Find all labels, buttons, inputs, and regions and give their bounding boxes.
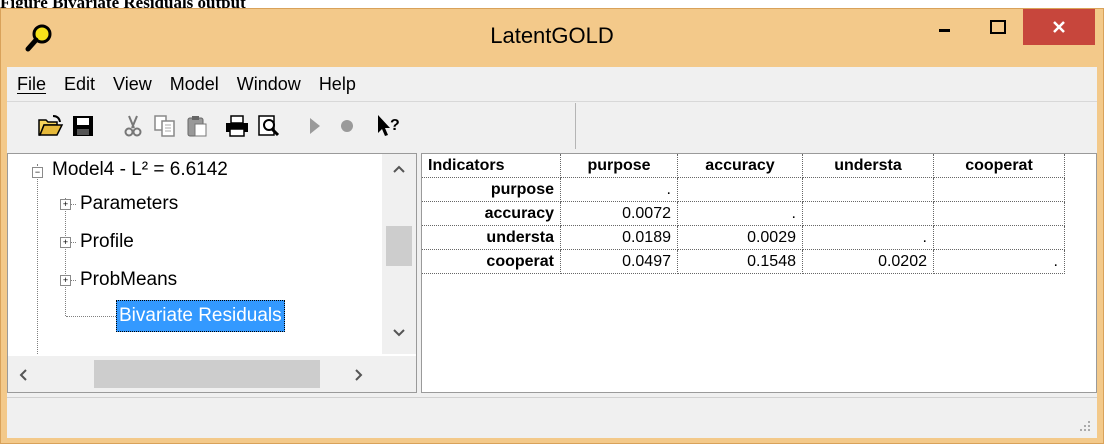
tree-expand-toggle[interactable]: + (60, 275, 71, 286)
table-row: cooperat 0.0497 0.1548 0.0202 . (422, 249, 1065, 274)
toolbar-group: ? (7, 103, 576, 149)
open-icon (38, 115, 64, 136)
table-cell (677, 177, 803, 202)
maximize-icon (990, 20, 1006, 34)
save-button[interactable] (69, 112, 97, 140)
tree-item-model4[interactable]: Model4 - L² = 6.6142 (52, 154, 228, 186)
tree-item-probmeans[interactable]: ProbMeans (80, 264, 177, 296)
table-cell (802, 201, 934, 226)
resize-grip-icon[interactable] (1077, 418, 1091, 432)
context-help-button[interactable]: ? (375, 112, 403, 140)
row-header: understa (422, 225, 561, 250)
scroll-right-icon[interactable] (354, 368, 364, 382)
table-cell: . (933, 249, 1065, 274)
column-header: cooperat (933, 154, 1065, 178)
tree-horizontal-scroll-thumb[interactable] (94, 360, 320, 388)
app-window: LatentGOLD File Edit View Model Window H… (0, 8, 1104, 444)
table-cell: 0.0029 (677, 225, 803, 250)
tree-horizontal-scrollbar[interactable] (8, 356, 384, 392)
table-cell: 0.0202 (802, 249, 934, 274)
tree-vertical-scrollbar[interactable] (382, 154, 416, 354)
cut-button[interactable] (119, 112, 147, 140)
minimize-button[interactable] (917, 9, 973, 45)
row-header: purpose (422, 177, 561, 202)
print-icon (226, 115, 248, 137)
minimize-icon (939, 29, 950, 32)
tree-item-profile[interactable]: Profile (80, 226, 134, 258)
tree-guide-line (65, 198, 66, 316)
menu-model[interactable]: Model (161, 74, 228, 95)
bivariate-residuals-table-pane: Indicators purpose accuracy understa coo… (421, 153, 1097, 393)
table-cell: 0.1548 (677, 249, 803, 274)
table-row: accuracy 0.0072 . (422, 201, 1065, 226)
table-cell (933, 201, 1065, 226)
table-cell (933, 225, 1065, 250)
table-cell: . (802, 225, 934, 250)
menu-file[interactable]: File (7, 74, 55, 95)
scroll-left-icon[interactable] (18, 368, 28, 382)
table-header-row: Indicators purpose accuracy understa coo… (422, 154, 1065, 178)
column-header: purpose (560, 154, 678, 178)
tree-expand-toggle[interactable]: + (60, 237, 71, 248)
svg-text:?: ? (390, 117, 400, 134)
copy-button[interactable] (151, 112, 179, 140)
table-cell (933, 177, 1065, 202)
scroll-up-icon[interactable] (392, 164, 406, 174)
copy-icon (154, 115, 175, 137)
menu-edit[interactable]: Edit (55, 74, 104, 95)
tree-expand-toggle[interactable]: + (60, 199, 71, 210)
run-button[interactable] (301, 112, 329, 140)
context-help-icon: ? (378, 115, 400, 136)
client-area: File Edit View Model Window Help ? − Mod… (7, 67, 1097, 438)
menu-window[interactable]: Window (228, 74, 310, 95)
scrollbar-corner (382, 356, 416, 392)
run-icon (310, 118, 320, 134)
scroll-down-icon[interactable] (392, 328, 406, 338)
paste-button[interactable] (183, 112, 211, 140)
column-header: accuracy (677, 154, 803, 178)
column-header: understa (802, 154, 934, 178)
model-tree-pane[interactable]: − Model4 - L² = 6.6142 + Parameters + Pr… (7, 153, 417, 393)
table-cell: 0.0072 (560, 201, 678, 226)
title-bar[interactable]: LatentGOLD (1, 9, 1103, 67)
bivariate-residuals-table: Indicators purpose accuracy understa coo… (422, 154, 1065, 274)
table-row: purpose . (422, 177, 1065, 202)
tree-collapse-toggle[interactable]: − (32, 167, 43, 178)
table-cell: . (560, 177, 678, 202)
tree-guide-line (66, 316, 118, 317)
row-header: accuracy (422, 201, 561, 226)
menu-help[interactable]: Help (310, 74, 365, 95)
save-icon (73, 116, 93, 136)
open-button[interactable] (37, 112, 65, 140)
close-icon (1053, 21, 1065, 33)
menu-view[interactable]: View (104, 74, 161, 95)
tree-guide-line (37, 164, 38, 354)
table-cell: . (677, 201, 803, 226)
tree-item-parameters[interactable]: Parameters (80, 188, 178, 220)
row-header: cooperat (422, 249, 561, 274)
table-cell: 0.0189 (560, 225, 678, 250)
close-button[interactable] (1023, 9, 1095, 45)
maximize-button[interactable] (973, 9, 1023, 45)
print-preview-button[interactable] (255, 112, 283, 140)
menu-bar: File Edit View Model Window Help (7, 67, 1097, 102)
tree-item-bivariate-residuals[interactable]: Bivariate Residuals (116, 300, 285, 332)
print-button[interactable] (223, 112, 251, 140)
stop-button[interactable] (333, 112, 361, 140)
toolbar: ? (7, 103, 1097, 149)
print-preview-icon (258, 115, 280, 137)
status-bar (7, 397, 1097, 438)
paste-icon (187, 116, 207, 137)
cut-icon (124, 115, 142, 137)
stop-icon (341, 120, 353, 132)
tree-vertical-scroll-thumb[interactable] (386, 226, 412, 266)
table-cell (802, 177, 934, 202)
table-cell: 0.0497 (560, 249, 678, 274)
table-row: understa 0.0189 0.0029 . (422, 225, 1065, 250)
column-header: Indicators (422, 154, 561, 178)
